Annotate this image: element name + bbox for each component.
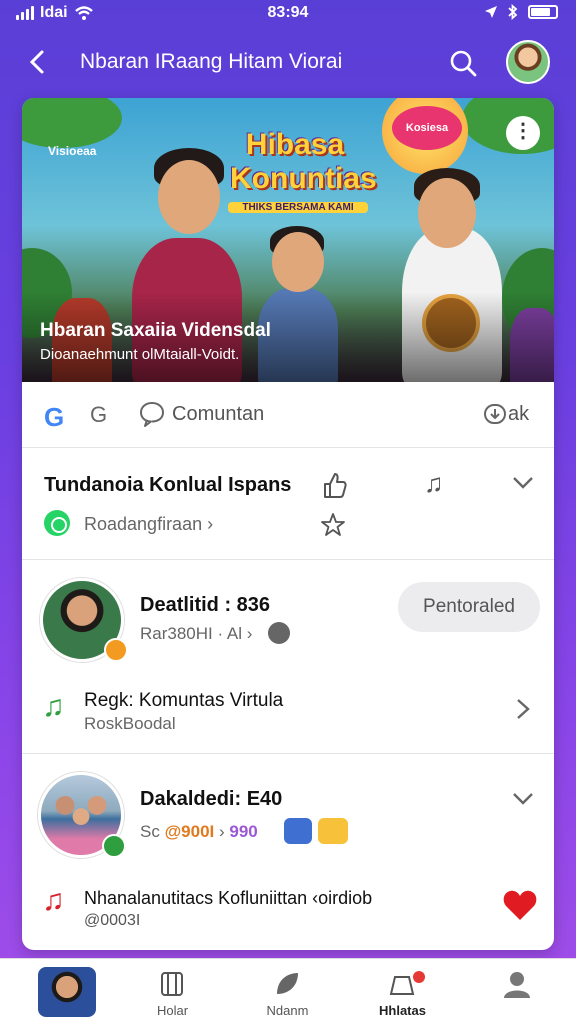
hero-subtitle: Dioanaehmunt olMtaiall-Voidt. (40, 346, 240, 363)
top-nav: Nbaran IRaang Hitam Viorai (0, 36, 576, 88)
star-icon[interactable] (320, 512, 346, 538)
main-card: Kosiesa Visioeaa Hibasa Konuntias THIKS … (22, 98, 554, 950)
hero-banner[interactable]: Kosiesa Visioeaa Hibasa Konuntias THIKS … (22, 98, 554, 382)
page-title: Nbaran IRaang Hitam Viorai (80, 50, 343, 73)
bell-icon (389, 976, 415, 995)
hero-logo-sub: THIKS BERSAMA KAMI (228, 202, 368, 213)
profile-avatar[interactable] (506, 40, 550, 84)
chevron-down-icon[interactable] (512, 792, 534, 806)
community-subtitle: @0003I (84, 912, 141, 929)
action-row: G G Comuntan ak (22, 382, 554, 448)
comment-label[interactable]: Comuntan (172, 403, 264, 426)
meta-prefix: Sc (140, 822, 160, 841)
meta-value-1: @900I (164, 822, 215, 841)
tab-account[interactable] (460, 959, 575, 1024)
leaf-icon (277, 973, 298, 994)
user-post-2: Dakaldedi: E40 Sc @900I › 990 ♫ Nhanalan… (22, 754, 554, 950)
meta-value-2: 990 (229, 822, 258, 841)
hero-logo-line2: Konuntias (230, 162, 377, 195)
tab-label: Holar (156, 1003, 189, 1018)
notification-dot (413, 971, 425, 983)
bottom-tab-bar: Holar Ndanm Hhlatas (0, 958, 576, 1024)
trending-row[interactable]: Tundanoia Konlual Ispans ♫ Roadangfiraan… (22, 448, 554, 560)
hero-logo-line1: Hibasa (245, 128, 345, 161)
user-meta: Sc @900I › 990 (140, 822, 258, 842)
sticker-icon (318, 818, 348, 844)
tab-ndanm[interactable]: Ndanm (230, 959, 345, 1024)
chevron-right-icon[interactable] (516, 698, 530, 720)
google-icon[interactable]: G (44, 402, 64, 433)
tab-hhlatas[interactable]: Hhlatas (345, 959, 460, 1024)
location-icon (485, 6, 497, 18)
like-icon[interactable] (320, 470, 348, 500)
music-note-icon: ♫ (42, 690, 65, 723)
verified-badge-icon (102, 834, 126, 858)
status-badge-icon (104, 638, 128, 662)
status-bar: Idai 83:94 (0, 0, 576, 28)
community-subtitle: RoskBoodal (84, 714, 176, 733)
tab-holar[interactable]: Holar (115, 959, 230, 1024)
secondary-g-icon[interactable]: G (90, 402, 107, 428)
chevron-down-icon[interactable] (512, 476, 534, 490)
music-note-icon: ♫ (42, 884, 65, 917)
user-meta: Rar380HI · Al › (140, 624, 253, 643)
globe-icon (268, 622, 290, 644)
tab-profile-photo[interactable] (0, 959, 115, 1024)
comment-icon[interactable] (138, 400, 166, 428)
tab-label: Hhlatas (379, 1003, 426, 1018)
trending-title: Tundanoia Konlual Ispans (44, 474, 292, 496)
battery-icon (528, 5, 558, 19)
status-right (484, 4, 558, 20)
bluetooth-icon (508, 4, 518, 20)
user-name[interactable]: Deatlitid : 836 (140, 594, 270, 617)
trending-subtitle[interactable]: Roadangfiraan › (84, 514, 213, 535)
tab-avatar (38, 967, 96, 1017)
user-name[interactable]: Dakaldedi: E40 (140, 788, 282, 811)
meta-separator: › (218, 822, 225, 841)
search-icon[interactable] (448, 48, 478, 78)
community-title[interactable]: Regk: Komuntas Virtula (84, 690, 283, 712)
whatsapp-icon (44, 510, 70, 536)
follow-button[interactable]: Pentoraled (398, 582, 540, 632)
music-note-icon[interactable]: ♫ (424, 468, 444, 499)
hero-logo: Hibasa Konuntias (230, 128, 377, 196)
back-icon[interactable] (24, 48, 52, 76)
heart-icon[interactable] (502, 888, 538, 922)
person-icon (504, 972, 530, 998)
hero-title: Hbaran Saxaiia Vidensdal (40, 320, 271, 341)
promo-badge: Kosiesa (392, 106, 462, 150)
more-options-button[interactable]: ⋮ (506, 116, 540, 150)
sticker-icon (284, 818, 312, 844)
community-title[interactable]: Nhanalanutitacs Kofluniittan ‹oirdiob (84, 888, 372, 909)
hero-brand: Visioeaa (48, 144, 97, 158)
grid-icon (161, 972, 183, 996)
share-label[interactable]: ak (508, 403, 529, 426)
user-post-1: Deatlitid : 836 Rar380HI · Al › Pentoral… (22, 560, 554, 754)
tab-label: Ndanm (266, 1003, 309, 1018)
share-icon[interactable] (482, 400, 508, 428)
